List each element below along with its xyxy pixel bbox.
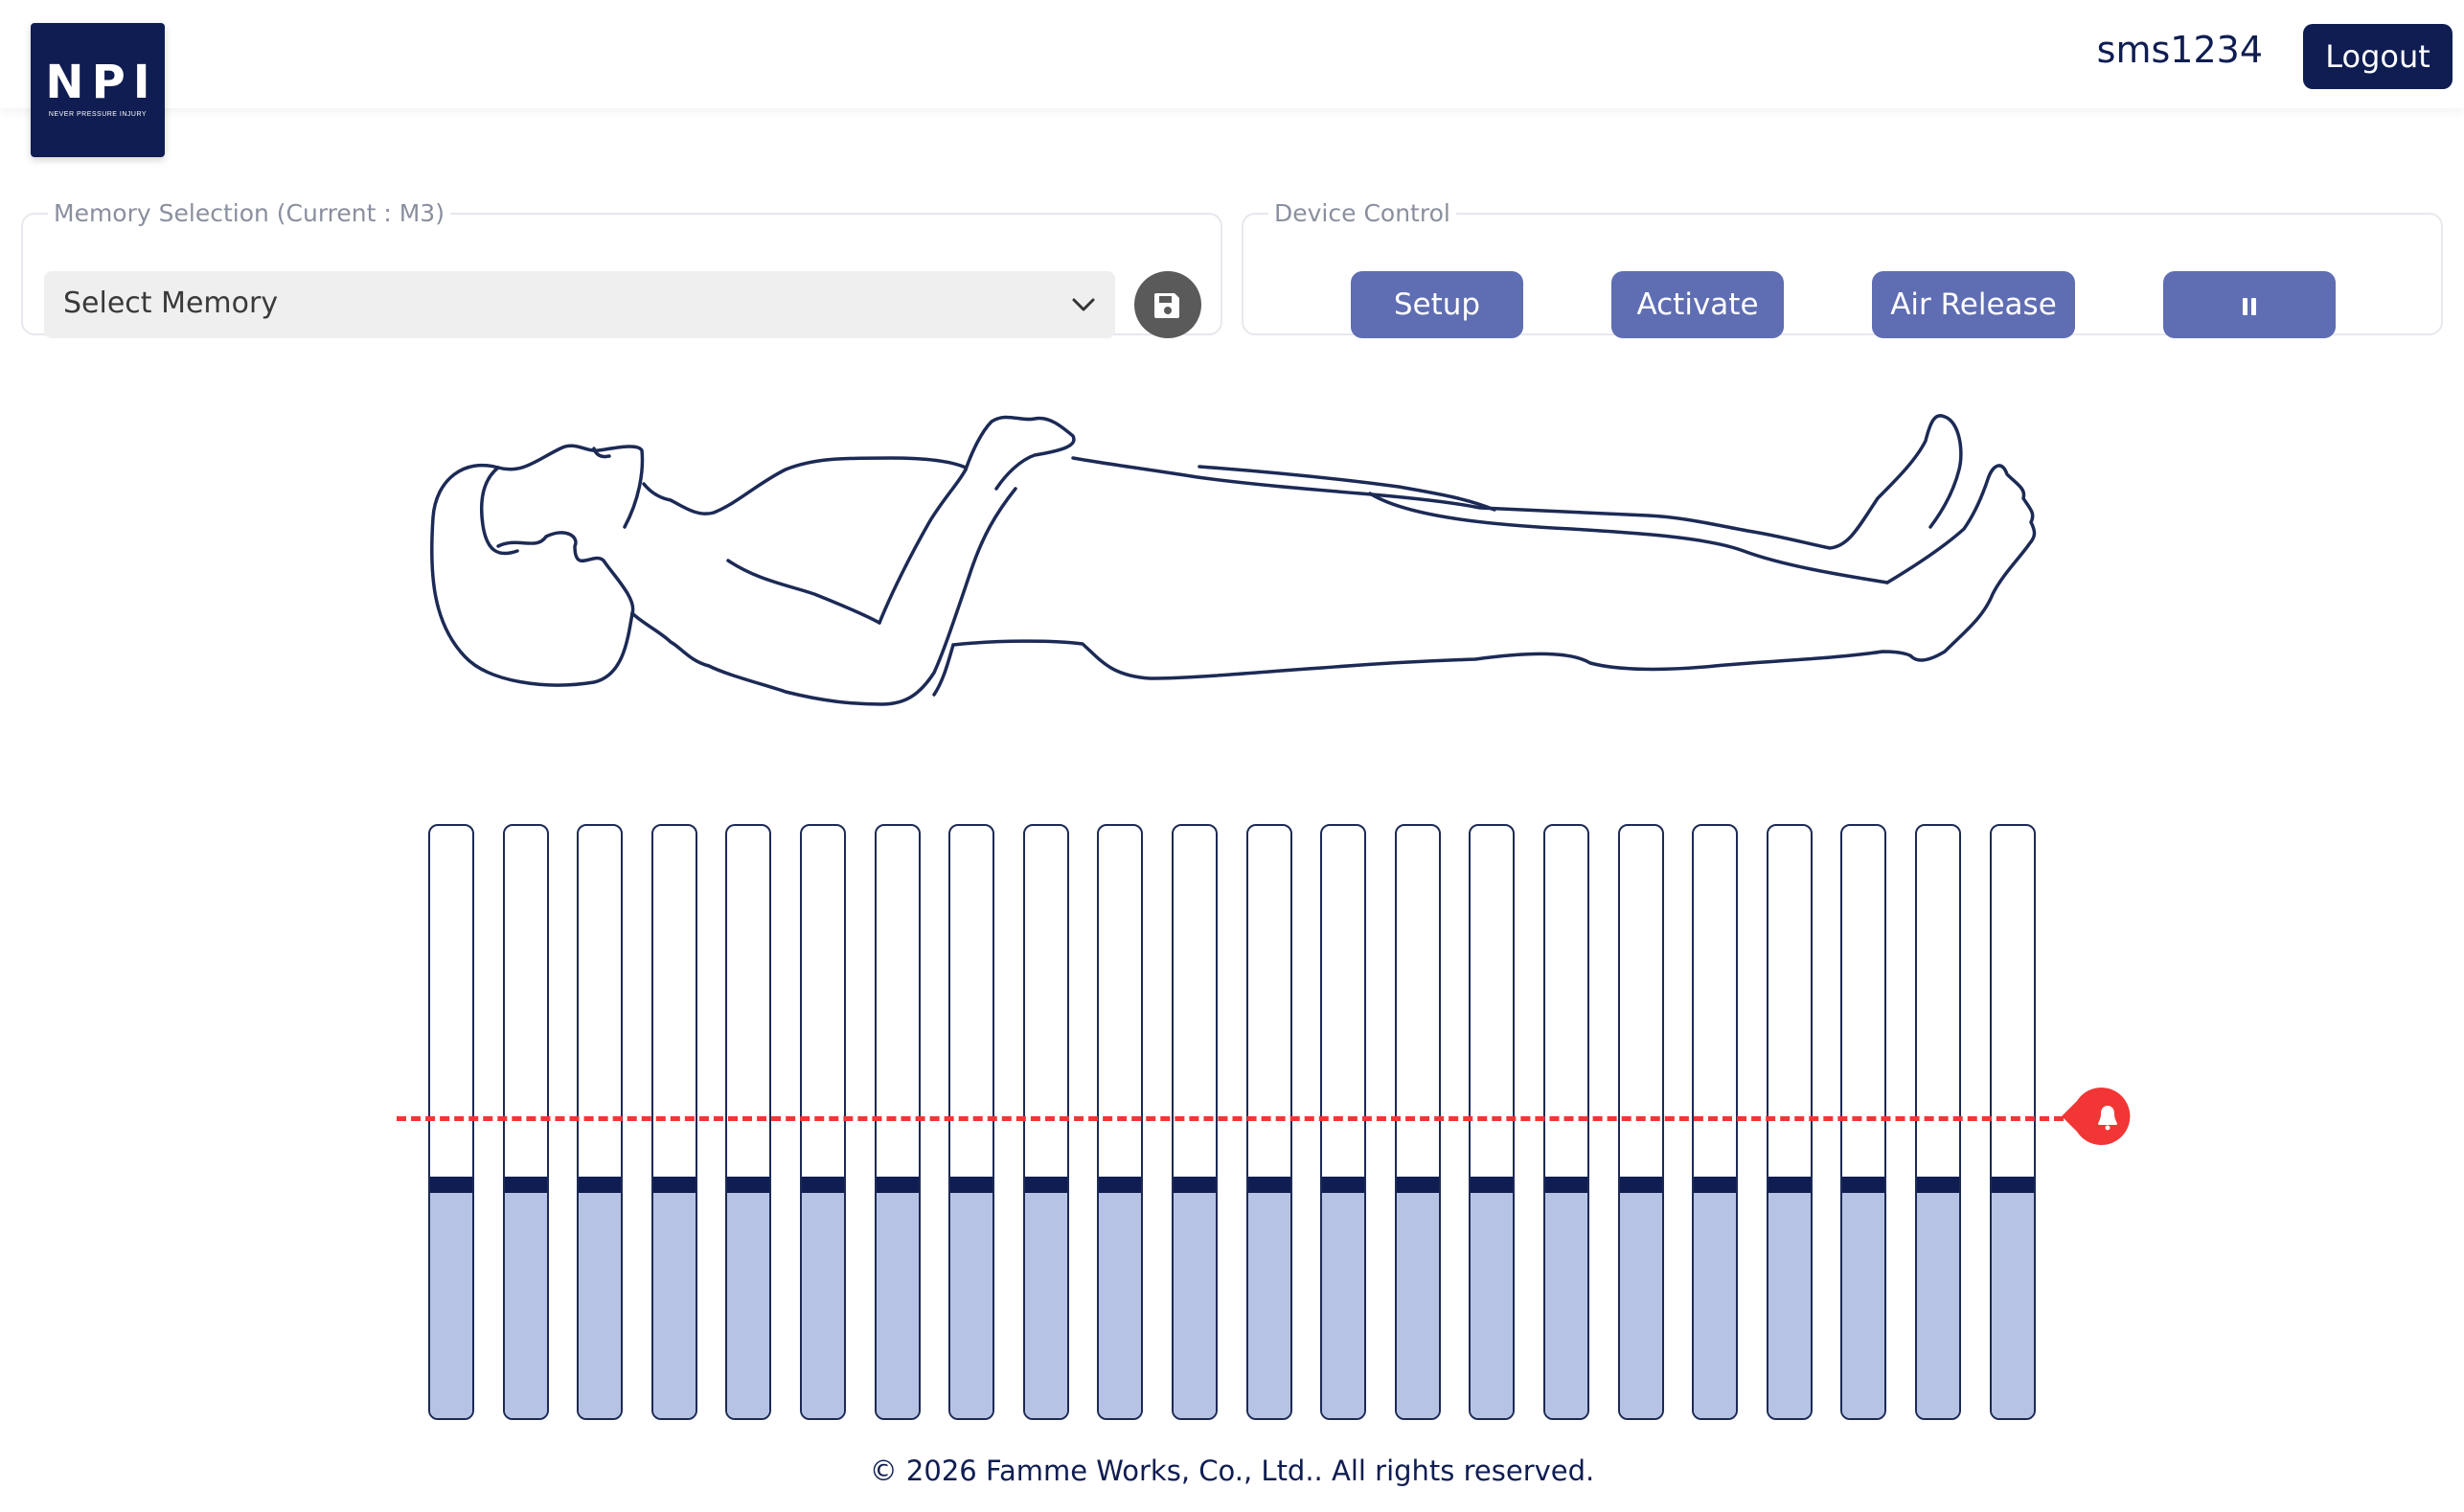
pressure-cell-handle[interactable] — [1397, 1177, 1439, 1193]
pressure-cell-3[interactable] — [577, 824, 623, 1420]
pressure-cell-fill — [1322, 1185, 1364, 1418]
pressure-cell-handle[interactable] — [1842, 1177, 1884, 1193]
patient-body-illustration — [430, 414, 2037, 706]
pressure-cell-handle[interactable] — [950, 1177, 992, 1193]
pressure-cell-handle[interactable] — [1099, 1177, 1141, 1193]
pressure-cell-fill — [1917, 1185, 1959, 1418]
pressure-cell-handle[interactable] — [1545, 1177, 1587, 1193]
pressure-cell-21[interactable] — [1915, 824, 1961, 1420]
pressure-cell-fill — [1397, 1185, 1439, 1418]
pressure-cell-9[interactable] — [1023, 824, 1069, 1420]
pressure-cell-fill — [802, 1185, 844, 1418]
pressure-cell-handle[interactable] — [1025, 1177, 1067, 1193]
pressure-cell-20[interactable] — [1840, 824, 1886, 1420]
device-panel-legend: Device Control — [1274, 199, 1450, 227]
logo-text: NPI — [45, 56, 158, 109]
pressure-cell-fill — [1694, 1185, 1736, 1418]
chevron-down-icon — [1072, 298, 1095, 311]
logout-button[interactable]: Logout — [2303, 24, 2453, 89]
pressure-cell-handle[interactable] — [430, 1177, 472, 1193]
pressure-cell-22[interactable] — [1990, 824, 2036, 1420]
pressure-cell-fill — [1471, 1185, 1513, 1418]
pressure-cell-fill — [727, 1185, 769, 1418]
pressure-cell-19[interactable] — [1767, 824, 1813, 1420]
pressure-cell-fill — [877, 1185, 919, 1418]
pressure-cell-fill — [1545, 1185, 1587, 1418]
pressure-cell-4[interactable] — [651, 824, 697, 1420]
pressure-cell-14[interactable] — [1395, 824, 1441, 1420]
pressure-cell-handle[interactable] — [1322, 1177, 1364, 1193]
pressure-cell-8[interactable] — [948, 824, 994, 1420]
pause-icon — [2243, 297, 2256, 315]
npi-logo[interactable]: NPI NEVER PRESSURE INJURY — [31, 23, 165, 157]
pressure-cell-2[interactable] — [503, 824, 549, 1420]
alarm-threshold-line — [397, 1116, 2064, 1121]
activate-button[interactable]: Activate — [1611, 271, 1784, 338]
memory-selection-panel: Memory Selection (Current : M3) Select M… — [21, 199, 1222, 338]
copyright-footer: © 2026 Famme Works, Co., Ltd.. All right… — [869, 1455, 1595, 1487]
device-control-panel: Device Control Setup Activate Air Releas… — [1242, 199, 2443, 338]
pressure-cell-10[interactable] — [1097, 824, 1143, 1420]
pause-button[interactable] — [2163, 271, 2336, 338]
save-memory-button[interactable] — [1134, 271, 1201, 338]
memory-select-value: Select Memory — [63, 286, 279, 320]
setup-button[interactable]: Setup — [1351, 271, 1523, 338]
pressure-cell-15[interactable] — [1469, 824, 1515, 1420]
pressure-cell-handle[interactable] — [579, 1177, 621, 1193]
pressure-cell-17[interactable] — [1618, 824, 1664, 1420]
pressure-cell-fill — [1842, 1185, 1884, 1418]
pressure-cell-fill — [1099, 1185, 1141, 1418]
pressure-cell-handle[interactable] — [877, 1177, 919, 1193]
alarm-threshold-handle[interactable] — [2062, 1082, 2136, 1151]
top-header: sms1234 Logout — [0, 0, 2464, 108]
pressure-cell-7[interactable] — [875, 824, 921, 1420]
pressure-cell-11[interactable] — [1172, 824, 1218, 1420]
pressure-cell-handle[interactable] — [1768, 1177, 1811, 1193]
pressure-cell-fill — [1992, 1185, 2034, 1418]
pressure-cell-5[interactable] — [725, 824, 771, 1420]
pressure-cell-handle[interactable] — [1174, 1177, 1216, 1193]
logo-subtext: NEVER PRESSURE INJURY — [48, 111, 148, 118]
pressure-cell-handle[interactable] — [1917, 1177, 1959, 1193]
pressure-cell-handle[interactable] — [505, 1177, 547, 1193]
pressure-cell-16[interactable] — [1543, 824, 1589, 1420]
pressure-cell-fill — [579, 1185, 621, 1418]
pressure-cell-18[interactable] — [1692, 824, 1738, 1420]
pressure-cell-fill — [950, 1185, 992, 1418]
pressure-cell-fill — [430, 1185, 472, 1418]
pressure-cell-fill — [1174, 1185, 1216, 1418]
pressure-cell-fill — [505, 1185, 547, 1418]
pressure-cell-12[interactable] — [1246, 824, 1292, 1420]
pressure-cell-handle[interactable] — [802, 1177, 844, 1193]
pressure-cell-handle[interactable] — [1992, 1177, 2034, 1193]
username: sms1234 — [2096, 29, 2263, 71]
pressure-cell-fill — [653, 1185, 696, 1418]
pressure-cell-6[interactable] — [800, 824, 846, 1420]
pressure-cell-handle[interactable] — [1248, 1177, 1290, 1193]
pressure-cell-1[interactable] — [428, 824, 474, 1420]
pressure-cell-handle[interactable] — [1694, 1177, 1736, 1193]
pressure-cell-fill — [1768, 1185, 1811, 1418]
pressure-cell-fill — [1025, 1185, 1067, 1418]
pressure-cell-handle[interactable] — [653, 1177, 696, 1193]
pressure-cell-fill — [1620, 1185, 1662, 1418]
memory-panel-legend: Memory Selection (Current : M3) — [54, 199, 445, 227]
pressure-cell-handle[interactable] — [1620, 1177, 1662, 1193]
floppy-disk-icon — [1154, 293, 1179, 318]
pressure-cell-fill — [1248, 1185, 1290, 1418]
pressure-cell-handle[interactable] — [1471, 1177, 1513, 1193]
memory-select[interactable]: Select Memory — [44, 271, 1115, 338]
pressure-cell-handle[interactable] — [727, 1177, 769, 1193]
air-release-button[interactable]: Air Release — [1872, 271, 2075, 338]
pressure-cell-13[interactable] — [1320, 824, 1366, 1420]
